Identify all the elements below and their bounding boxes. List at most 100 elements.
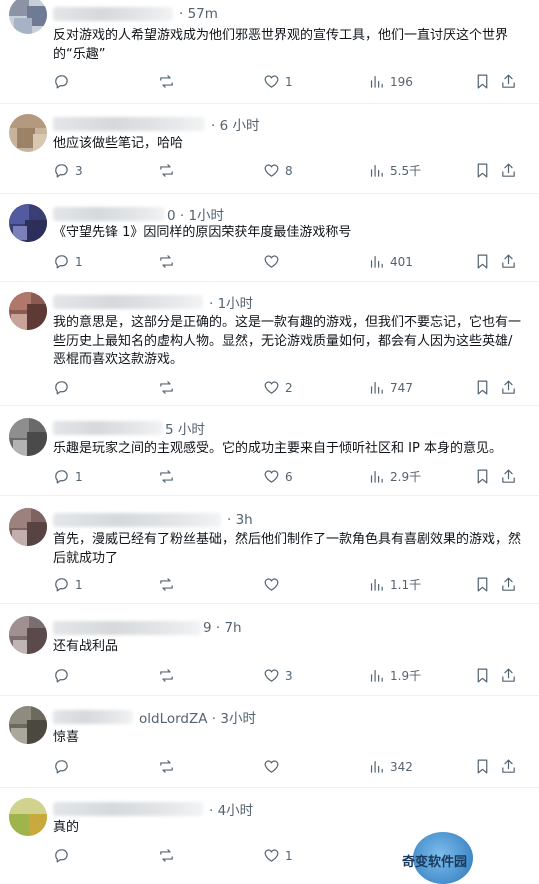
tweet-actions: 3 8 5.5千: [0, 162, 539, 182]
avatar[interactable]: [9, 798, 47, 836]
repost-button[interactable]: [158, 576, 180, 593]
reply-icon: [55, 75, 68, 89]
blurred-username: [53, 117, 205, 131]
reply-icon: [55, 470, 68, 484]
bookmark-icon: [477, 380, 488, 395]
like-button[interactable]: 1: [263, 847, 293, 864]
share-button[interactable]: [500, 758, 517, 775]
tweet[interactable]: · 6 小时 他应该做些笔记，哈哈 3 8 5.5千: [0, 104, 539, 194]
tweet[interactable]: · 1小时 我的意思是，这部分是正确的。这是一款有趣的游戏，但我们不要忘记，它也…: [0, 282, 539, 406]
avatar[interactable]: [9, 706, 47, 744]
repost-button[interactable]: [158, 847, 180, 864]
bookmark-button[interactable]: [474, 758, 491, 775]
repost-button[interactable]: [158, 73, 180, 90]
like-button[interactable]: 8: [263, 162, 293, 179]
tweet-time: · 6 小时: [211, 118, 260, 134]
reply-button[interactable]: [53, 379, 75, 396]
reply-button[interactable]: [53, 758, 75, 775]
tweet-text: 惊喜: [53, 730, 80, 745]
tweet[interactable]: · 57m 反对游戏的人希望游戏成为他们邪恶世界观的宣传工具，他们一直讨厌这个世…: [0, 0, 539, 104]
views-button[interactable]: 342: [368, 758, 413, 775]
views-count: 1.1千: [390, 578, 422, 592]
repost-button[interactable]: [158, 758, 180, 775]
tweet[interactable]: oldLordZA · 3小时 惊喜 342: [0, 696, 539, 788]
like-button[interactable]: [263, 253, 285, 270]
views-icon: [370, 381, 383, 394]
heart-icon: [264, 164, 279, 177]
repost-button[interactable]: [158, 253, 180, 270]
reply-icon: [55, 669, 68, 683]
repost-button[interactable]: [158, 667, 180, 684]
bookmark-button[interactable]: [474, 576, 491, 593]
reply-button[interactable]: [53, 667, 75, 684]
tweet-time: · 57m: [179, 6, 218, 22]
views-button[interactable]: 401: [368, 253, 413, 270]
repost-button[interactable]: [158, 379, 180, 396]
like-count: 3: [285, 668, 293, 683]
like-button[interactable]: 1: [263, 73, 293, 90]
views-button[interactable]: 5.5千: [368, 162, 421, 179]
blurred-username: [53, 621, 201, 635]
views-icon: [370, 578, 383, 591]
bookmark-button[interactable]: [474, 667, 491, 684]
tweet[interactable]: 9 · 7h 还有战利品 3 1.9千: [0, 604, 539, 696]
share-icon: [502, 380, 515, 394]
views-button[interactable]: 196: [368, 73, 413, 90]
share-button[interactable]: [500, 667, 517, 684]
like-button[interactable]: 6: [263, 468, 293, 485]
views-button[interactable]: 2.9千: [368, 468, 421, 485]
avatar[interactable]: [9, 0, 47, 34]
reply-button[interactable]: [53, 847, 75, 864]
views-count: 5.5千: [390, 164, 422, 178]
share-button[interactable]: [500, 468, 517, 485]
repost-icon: [160, 470, 173, 483]
bookmark-button[interactable]: [474, 253, 491, 270]
views-button[interactable]: 1.1千: [368, 576, 421, 593]
views-count: 342: [390, 759, 413, 774]
repost-button[interactable]: [158, 162, 180, 179]
avatar[interactable]: [9, 292, 47, 330]
heart-icon: [264, 849, 279, 862]
tweet-meta: · 1小时: [53, 292, 253, 312]
like-button[interactable]: [263, 758, 285, 775]
tweet[interactable]: 5 小时 乐趣是玩家之间的主观感受。它的成功主要来自于倾听社区和 IP 本身的意…: [0, 406, 539, 496]
bookmark-button[interactable]: [474, 379, 491, 396]
reply-button[interactable]: 1: [53, 576, 83, 593]
avatar[interactable]: [9, 418, 47, 456]
repost-button[interactable]: [158, 468, 180, 485]
tweet[interactable]: · 3h 首先，漫威已经有了粉丝基础，然后他们制作了一款角色具有喜剧效果的游戏，…: [0, 496, 539, 604]
avatar[interactable]: [9, 204, 47, 242]
bookmark-button[interactable]: [474, 73, 491, 90]
views-button[interactable]: 747: [368, 379, 413, 396]
share-icon: [502, 163, 515, 177]
avatar[interactable]: [9, 114, 47, 152]
avatar[interactable]: [9, 616, 47, 654]
like-button[interactable]: 3: [263, 667, 293, 684]
heart-icon: [264, 255, 279, 268]
share-button[interactable]: [500, 73, 517, 90]
bookmark-button[interactable]: [474, 468, 491, 485]
like-button[interactable]: 2: [263, 379, 293, 396]
like-count: 1: [285, 74, 293, 89]
views-icon: [370, 255, 383, 268]
views-icon: [370, 669, 383, 682]
tweet[interactable]: 0 · 1小时 《守望先锋 1》因同样的原因荣获年度最佳游戏称号 1 401: [0, 194, 539, 282]
tweet-time: · 4小时: [209, 803, 254, 819]
repost-icon: [160, 578, 173, 591]
share-button[interactable]: [500, 576, 517, 593]
avatar[interactable]: [9, 508, 47, 546]
views-button[interactable]: 1.9千: [368, 667, 421, 684]
share-button[interactable]: [500, 253, 517, 270]
reply-button[interactable]: 1: [53, 468, 83, 485]
share-button[interactable]: [500, 379, 517, 396]
tweet-meta: · 6 小时: [53, 114, 259, 134]
like-button[interactable]: [263, 576, 285, 593]
bookmark-button[interactable]: [474, 162, 491, 179]
reply-button[interactable]: 3: [53, 162, 83, 179]
reply-button[interactable]: 1: [53, 253, 83, 270]
share-icon: [502, 668, 515, 682]
share-button[interactable]: [500, 162, 517, 179]
share-icon: [502, 74, 515, 88]
reply-icon: [55, 760, 68, 774]
reply-button[interactable]: [53, 73, 75, 90]
